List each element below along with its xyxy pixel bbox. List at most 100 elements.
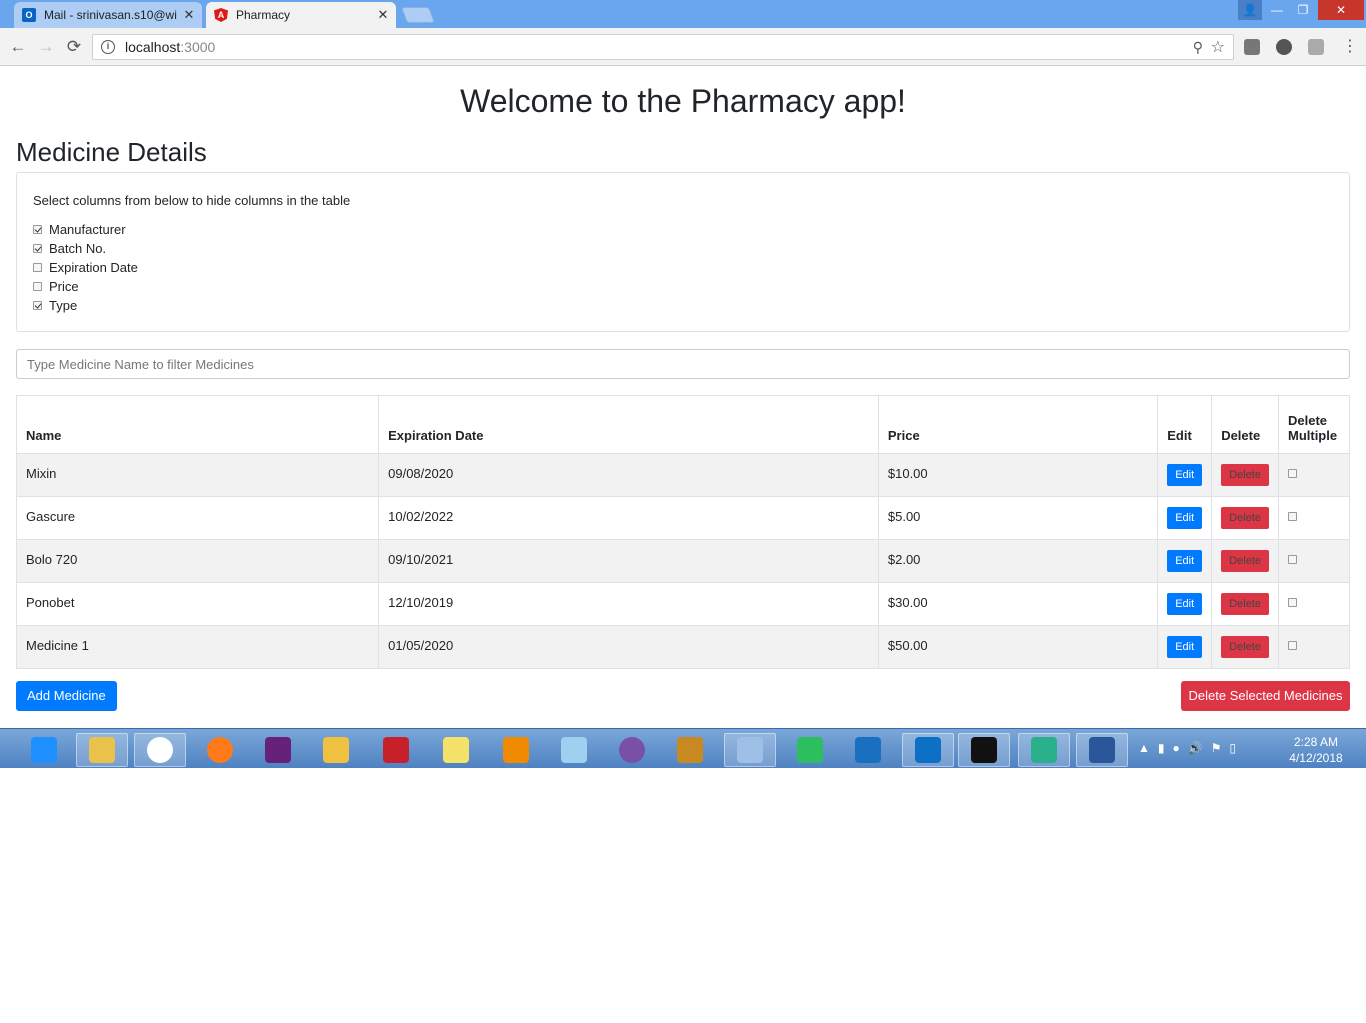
security-icon[interactable]: ● [1173,741,1180,755]
medicine-filter-input[interactable] [16,349,1350,379]
reload-icon[interactable]: ⟳ [64,37,84,57]
menu-kebab-icon[interactable]: ⋮ [1342,37,1358,57]
back-arrow-icon[interactable]: ← [8,37,28,57]
cell-select [1277,496,1351,540]
delete-button[interactable]: Delete [1221,636,1269,658]
evernote-icon[interactable] [784,733,836,767]
atom-icon[interactable] [1018,733,1070,767]
edit-button[interactable]: Edit [1167,464,1203,486]
checkbox[interactable] [33,244,42,253]
cell-expiration: 01/05/2020 [378,625,879,669]
add-medicine-button[interactable]: Add Medicine [16,681,117,711]
column-option-batch[interactable]: Batch No. [33,239,1333,258]
checkbox[interactable] [33,301,42,310]
paint-icon-glyph [737,737,763,763]
header-price[interactable]: Price [877,395,1159,454]
header-expiration[interactable]: Expiration Date [378,395,879,454]
user-profile-icon[interactable]: 👤 [1238,0,1262,20]
file-explorer-icon[interactable] [76,733,128,767]
checkbox[interactable] [33,263,42,272]
terminal-icon-glyph [971,737,997,763]
visual-studio-icon[interactable] [252,733,304,767]
evernote-icon-glyph [797,737,823,763]
column-option-manufacturer[interactable]: Manufacturer [33,220,1333,239]
delete-button[interactable]: Delete [1221,464,1269,486]
row-select-checkbox[interactable] [1287,598,1297,607]
cell-delete: Delete [1211,582,1279,626]
vlc-icon[interactable] [490,733,542,767]
delete-selected-button[interactable]: Delete Selected Medicines [1181,681,1350,711]
option-label: Price [49,279,79,294]
browser-tabstrip: O Mail - srinivasan.s10@wi ✕ A Pharmacy … [0,0,1366,28]
torrent-icon[interactable] [606,733,658,767]
close-tab-icon[interactable]: ✕ [374,7,392,23]
visual-studio-icon-glyph [265,737,291,763]
minimize-button[interactable]: — [1264,0,1290,20]
volume-icon[interactable]: 🔊 [1188,741,1203,755]
system-tray: ▲ ▮ ● 🔊 ⚑ ▯ [1138,741,1236,755]
table-row: Bolo 720 09/10/2021 $2.00 Edit Delete [15,539,1351,583]
network-signal-icon[interactable]: ▮ [1158,741,1165,755]
cell-select [1277,539,1351,583]
maximize-button[interactable]: ❐ [1290,0,1316,20]
chrome-icon[interactable] [134,733,186,767]
header-edit: Edit [1157,395,1213,454]
info-icon[interactable]: i [101,40,115,54]
bookmark-star-icon[interactable]: ☆ [1211,37,1225,57]
forward-arrow-icon[interactable]: → [36,37,56,57]
zoom-icon[interactable]: ⚲ [1193,39,1203,56]
extension-icon[interactable] [1244,39,1260,55]
header-name[interactable]: Name [15,395,380,454]
vpn-icon[interactable] [842,733,894,767]
delete-button[interactable]: Delete [1221,550,1269,572]
table-row: Gascure 10/02/2022 $5.00 Edit Delete [15,496,1351,540]
downloader-icon[interactable] [370,733,422,767]
cell-name: Ponobet [15,582,380,626]
snipping-tool-icon[interactable] [310,733,362,767]
row-select-checkbox[interactable] [1287,512,1297,521]
vscode-icon-glyph [915,737,941,763]
windows-taskbar: ▲ ▮ ● 🔊 ⚑ ▯ 2:28 AM 4/12/2018 [0,728,1366,768]
clock-time: 2:28 AM [1293,735,1339,749]
taskbar-clock[interactable]: 2:28 AM 4/12/2018 [1280,734,1352,766]
word-old-icon[interactable] [664,733,716,767]
row-select-checkbox[interactable] [1287,469,1297,478]
battery-icon[interactable]: ▯ [1229,741,1236,755]
notepad-icon[interactable] [548,733,600,767]
row-select-checkbox[interactable] [1287,641,1297,650]
checkbox[interactable] [33,225,42,234]
close-tab-icon[interactable]: ✕ [180,7,198,23]
close-window-button[interactable]: ✕ [1318,0,1364,20]
edit-button[interactable]: Edit [1167,593,1203,615]
word-icon[interactable] [1076,733,1128,767]
table-row: Medicine 1 01/05/2020 $50.00 Edit Delete [15,625,1351,669]
vscode-icon[interactable] [902,733,954,767]
delete-button[interactable]: Delete [1221,593,1269,615]
action-center-flag-icon[interactable]: ⚑ [1211,741,1222,755]
evernote-extension-icon[interactable] [1276,39,1292,55]
pdf-extension-icon[interactable] [1308,39,1324,55]
edit-button[interactable]: Edit [1167,550,1203,572]
firefox-icon[interactable] [194,733,246,767]
tab-pharmacy[interactable]: A Pharmacy ✕ [206,2,396,28]
column-option-type[interactable]: Type [33,296,1333,315]
internet-explorer-icon[interactable] [18,733,70,767]
sticky-notes-icon[interactable] [430,733,482,767]
paint-icon[interactable] [724,733,776,767]
cell-expiration: 10/02/2022 [378,496,879,540]
column-option-price[interactable]: Price [33,277,1333,296]
tab-mail[interactable]: O Mail - srinivasan.s10@wi ✕ [14,2,202,28]
edit-button[interactable]: Edit [1167,507,1203,529]
firefox-icon-glyph [207,737,233,763]
delete-button[interactable]: Delete [1221,507,1269,529]
cell-price: $50.00 [877,625,1159,669]
edit-button[interactable]: Edit [1167,636,1203,658]
new-tab-button[interactable] [401,7,435,23]
cell-delete: Delete [1211,625,1279,669]
address-bar[interactable]: i localhost:3000 ⚲ ☆ [92,34,1234,60]
checkbox[interactable] [33,282,42,291]
row-select-checkbox[interactable] [1287,555,1297,564]
column-option-expiration[interactable]: Expiration Date [33,258,1333,277]
show-hidden-icons-icon[interactable]: ▲ [1138,741,1150,755]
terminal-icon[interactable] [958,733,1010,767]
